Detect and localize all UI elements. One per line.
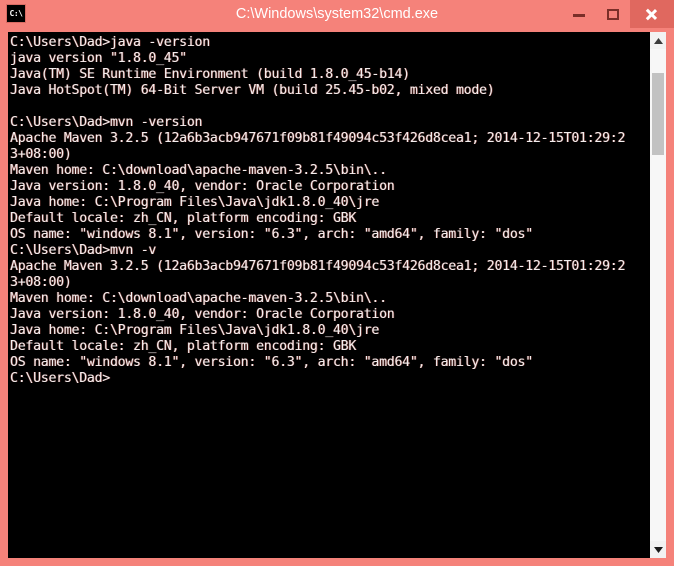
window-border-bottom (0, 558, 674, 566)
console-line: Java version: 1.8.0_40, vendor: Oracle C… (10, 307, 395, 322)
minimize-button[interactable] (562, 0, 596, 28)
console-line: 3+08:00) (10, 275, 72, 290)
console-line: C:\Users\Dad> (10, 371, 110, 386)
minimize-icon (573, 14, 585, 17)
console-line: C:\Users\Dad>java -version (10, 35, 210, 50)
console-line: Java home: C:\Program Files\Java\jdk1.8.… (10, 323, 380, 338)
title-bar[interactable]: C:\ C:\Windows\system32\cmd.exe (0, 0, 674, 28)
console-line: Java HotSpot(TM) 64-Bit Server VM (build… (10, 83, 495, 98)
console-line: Java version: 1.8.0_40, vendor: Oracle C… (10, 179, 395, 194)
console-line: Default locale: zh_CN, platform encoding… (10, 211, 357, 226)
window-border-right (666, 28, 674, 566)
scrollbar-track[interactable] (650, 49, 666, 541)
window-controls (562, 0, 674, 28)
scrollbar-thumb[interactable] (652, 73, 664, 155)
scroll-down-arrow-icon[interactable] (650, 541, 666, 558)
console-line: Maven home: C:\download\apache-maven-3.2… (10, 291, 387, 306)
console-text-block: C:\Users\Dad>java -version java version "… (10, 35, 650, 387)
maximize-button[interactable] (596, 0, 630, 28)
console-line: Java home: C:\Program Files\Java\jdk1.8.… (10, 195, 380, 210)
window-border-left (0, 28, 8, 566)
console-line: C:\Users\Dad>mvn -version (10, 115, 203, 130)
maximize-icon (607, 9, 619, 20)
console-line: C:\Users\Dad>mvn -v (10, 243, 157, 258)
cmd-window: C:\ C:\Windows\system32\cmd.exe C:\Users… (0, 0, 674, 566)
console-line: Apache Maven 3.2.5 (12a6b3acb947671f09b8… (10, 259, 626, 274)
scroll-up-arrow-icon[interactable] (650, 32, 666, 49)
console-line: Apache Maven 3.2.5 (12a6b3acb947671f09b8… (10, 131, 626, 146)
console-line: OS name: "windows 8.1", version: "6.3", … (10, 355, 533, 370)
console-line: Maven home: C:\download\apache-maven-3.2… (10, 163, 387, 178)
console-line: java version "1.8.0_45" (10, 51, 187, 66)
console-output-area[interactable]: C:\Users\Dad>java -version java version "… (8, 32, 650, 558)
console-line: 3+08:00) (10, 147, 72, 162)
console-line: OS name: "windows 8.1", version: "6.3", … (10, 227, 533, 242)
console-line: Java(TM) SE Runtime Environment (build 1… (10, 67, 410, 82)
console-scrollbar[interactable] (650, 32, 666, 558)
console-line: Default locale: zh_CN, platform encoding… (10, 339, 357, 354)
close-button[interactable] (630, 0, 674, 28)
close-icon (645, 9, 657, 20)
